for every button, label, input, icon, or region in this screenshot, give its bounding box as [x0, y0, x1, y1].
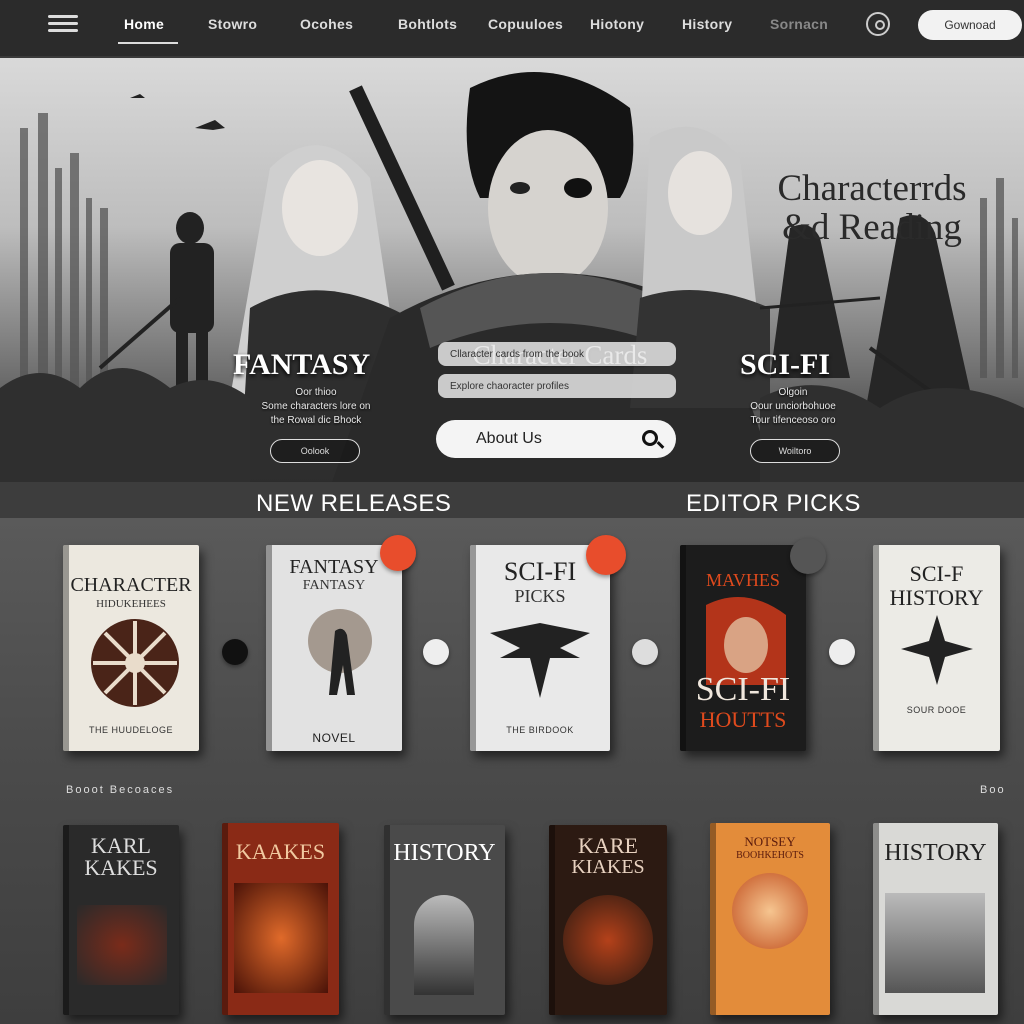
book-9-subtitle: KIAKES	[571, 856, 645, 878]
row2-label: Booot Becoaces	[66, 784, 175, 796]
book-4-footer: HOUTTS	[699, 707, 787, 732]
book-7-art	[234, 883, 328, 993]
book-2-footer: NOVEL	[312, 731, 356, 745]
badge-dot-4	[790, 538, 826, 574]
book-card-1[interactable]: CHARACTER HIDUKEHEES THE HUUDELOGE	[63, 545, 199, 751]
nav-active-underline	[118, 42, 178, 44]
book-6-title: KARL	[91, 833, 151, 858]
carousel-dot-1[interactable]	[222, 639, 248, 665]
book-11-art	[885, 893, 985, 993]
book-6-art	[77, 905, 167, 985]
book-3-eagle	[490, 623, 590, 698]
book-4-subtitle: MAVHES	[706, 570, 780, 590]
nav-item-5[interactable]: Copuuloes	[488, 16, 563, 32]
book-10-title: NOTSEY	[744, 834, 796, 849]
fantasy-button[interactable]: Oolook	[270, 439, 360, 463]
hero-title: Characterrds &d Reading	[752, 168, 992, 248]
nav-item-6[interactable]: Hiotony	[590, 16, 644, 32]
book-1-footer: THE HUUDELOGE	[88, 725, 173, 735]
search-icon[interactable]	[866, 12, 890, 36]
badge-dot-2	[380, 535, 416, 571]
nav-item-8[interactable]: Sornacn	[770, 16, 828, 32]
book-10-sun	[732, 873, 808, 949]
book-card-5[interactable]: SCI-F HISTORY SOUR DOOE	[873, 545, 1000, 751]
nav-item-3[interactable]: Ocohes	[300, 16, 353, 32]
book-card-8[interactable]: HISTORY	[384, 825, 505, 1015]
book-5-title: SCI-F	[909, 561, 964, 586]
hero-banner: Characterrds &d Reading Character Cards …	[0, 58, 1024, 482]
book-9-title: KARE	[578, 833, 638, 858]
scifi-button[interactable]: Woiltoro	[750, 439, 840, 463]
book-6-subtitle: KAKES	[84, 855, 158, 880]
info-pill-1: Cllaracter cards from the book	[438, 342, 676, 366]
book-7-title: KAAKES	[235, 839, 326, 864]
search-icon[interactable]	[642, 430, 658, 446]
book-1-title: CHARACTER	[70, 574, 192, 596]
book-5-footer: SOUR DOOE	[906, 705, 967, 715]
book-card-11[interactable]: HISTORY	[873, 823, 998, 1015]
nav-item-history[interactable]: History	[682, 16, 732, 32]
new-releases-title: NEW RELEASES	[256, 490, 452, 517]
book-8-portrait	[414, 895, 474, 995]
carousel-dot-4[interactable]	[829, 639, 855, 665]
book-card-2[interactable]: FANTASY FANTASY NOVEL	[266, 545, 402, 751]
nav-item-2[interactable]: Stowro	[208, 16, 257, 32]
download-button[interactable]: Gownoad	[918, 10, 1022, 40]
book-1-subtitle: HIDUKEHEES	[96, 598, 166, 610]
book-card-9[interactable]: KARE KIAKES	[549, 825, 667, 1015]
book-1-emblem	[91, 619, 179, 707]
book-card-7[interactable]: KAAKES	[222, 823, 339, 1015]
hero-artwork	[0, 72, 1024, 482]
search-input[interactable]: About Us	[436, 420, 676, 458]
genre-scifi-desc: Olgoin Oour unciorbohuoe Tour tifenceoso…	[750, 387, 836, 426]
book-card-10[interactable]: NOTSEY BOOHKEHOTS	[710, 823, 830, 1015]
section-header-bar	[0, 482, 1024, 518]
badge-dot-3	[586, 535, 626, 575]
menu-icon[interactable]	[48, 12, 78, 36]
book-2-subtitle: FANTASY	[302, 578, 366, 593]
book-card-4[interactable]: MAVHES SCI-FI HOUTTS	[680, 545, 806, 751]
book-10-subtitle: BOOHKEHOTS	[736, 850, 804, 861]
hero-title-line1: Characterrds	[777, 168, 967, 209]
info-pill-2: Explore chaoracter profiles	[438, 374, 676, 398]
row2-label-right: Boo	[980, 784, 1006, 796]
book-5-subtitle: HISTORY	[889, 585, 984, 610]
nav-item-4[interactable]: Bohtlots	[398, 16, 457, 32]
book-4-title: SCI-FI	[695, 671, 791, 708]
genre-fantasy-desc: Oor thioo Some characters lore on the Ro…	[261, 387, 371, 426]
book-card-3[interactable]: SCI-FI PICKS THE BIRDOOK	[470, 545, 610, 751]
hero-title-line2: &d Reading	[782, 206, 962, 248]
genre-fantasy-title: FANTASY	[233, 348, 371, 381]
book-2-figure	[308, 609, 372, 695]
editor-picks-title: EDITOR PICKS	[686, 490, 861, 517]
carousel-dot-2[interactable]	[423, 639, 449, 665]
book-3-footer: THE BIRDOOK	[506, 725, 574, 735]
nav-item-home[interactable]: Home	[124, 16, 164, 32]
search-input-text: About Us	[476, 430, 542, 447]
book-9-art	[563, 895, 653, 985]
top-nav: Home Stowro Ocohes Bohtlots Copuuloes Hi…	[0, 0, 1024, 56]
book-card-6[interactable]: KARL KAKES	[63, 825, 179, 1015]
genre-scifi-title: SCI-FI	[740, 348, 831, 381]
book-11-title: HISTORY	[884, 840, 987, 866]
book-5-star	[901, 615, 973, 685]
book-8-title: HISTORY	[393, 840, 496, 866]
carousel-dot-3[interactable]	[632, 639, 658, 665]
